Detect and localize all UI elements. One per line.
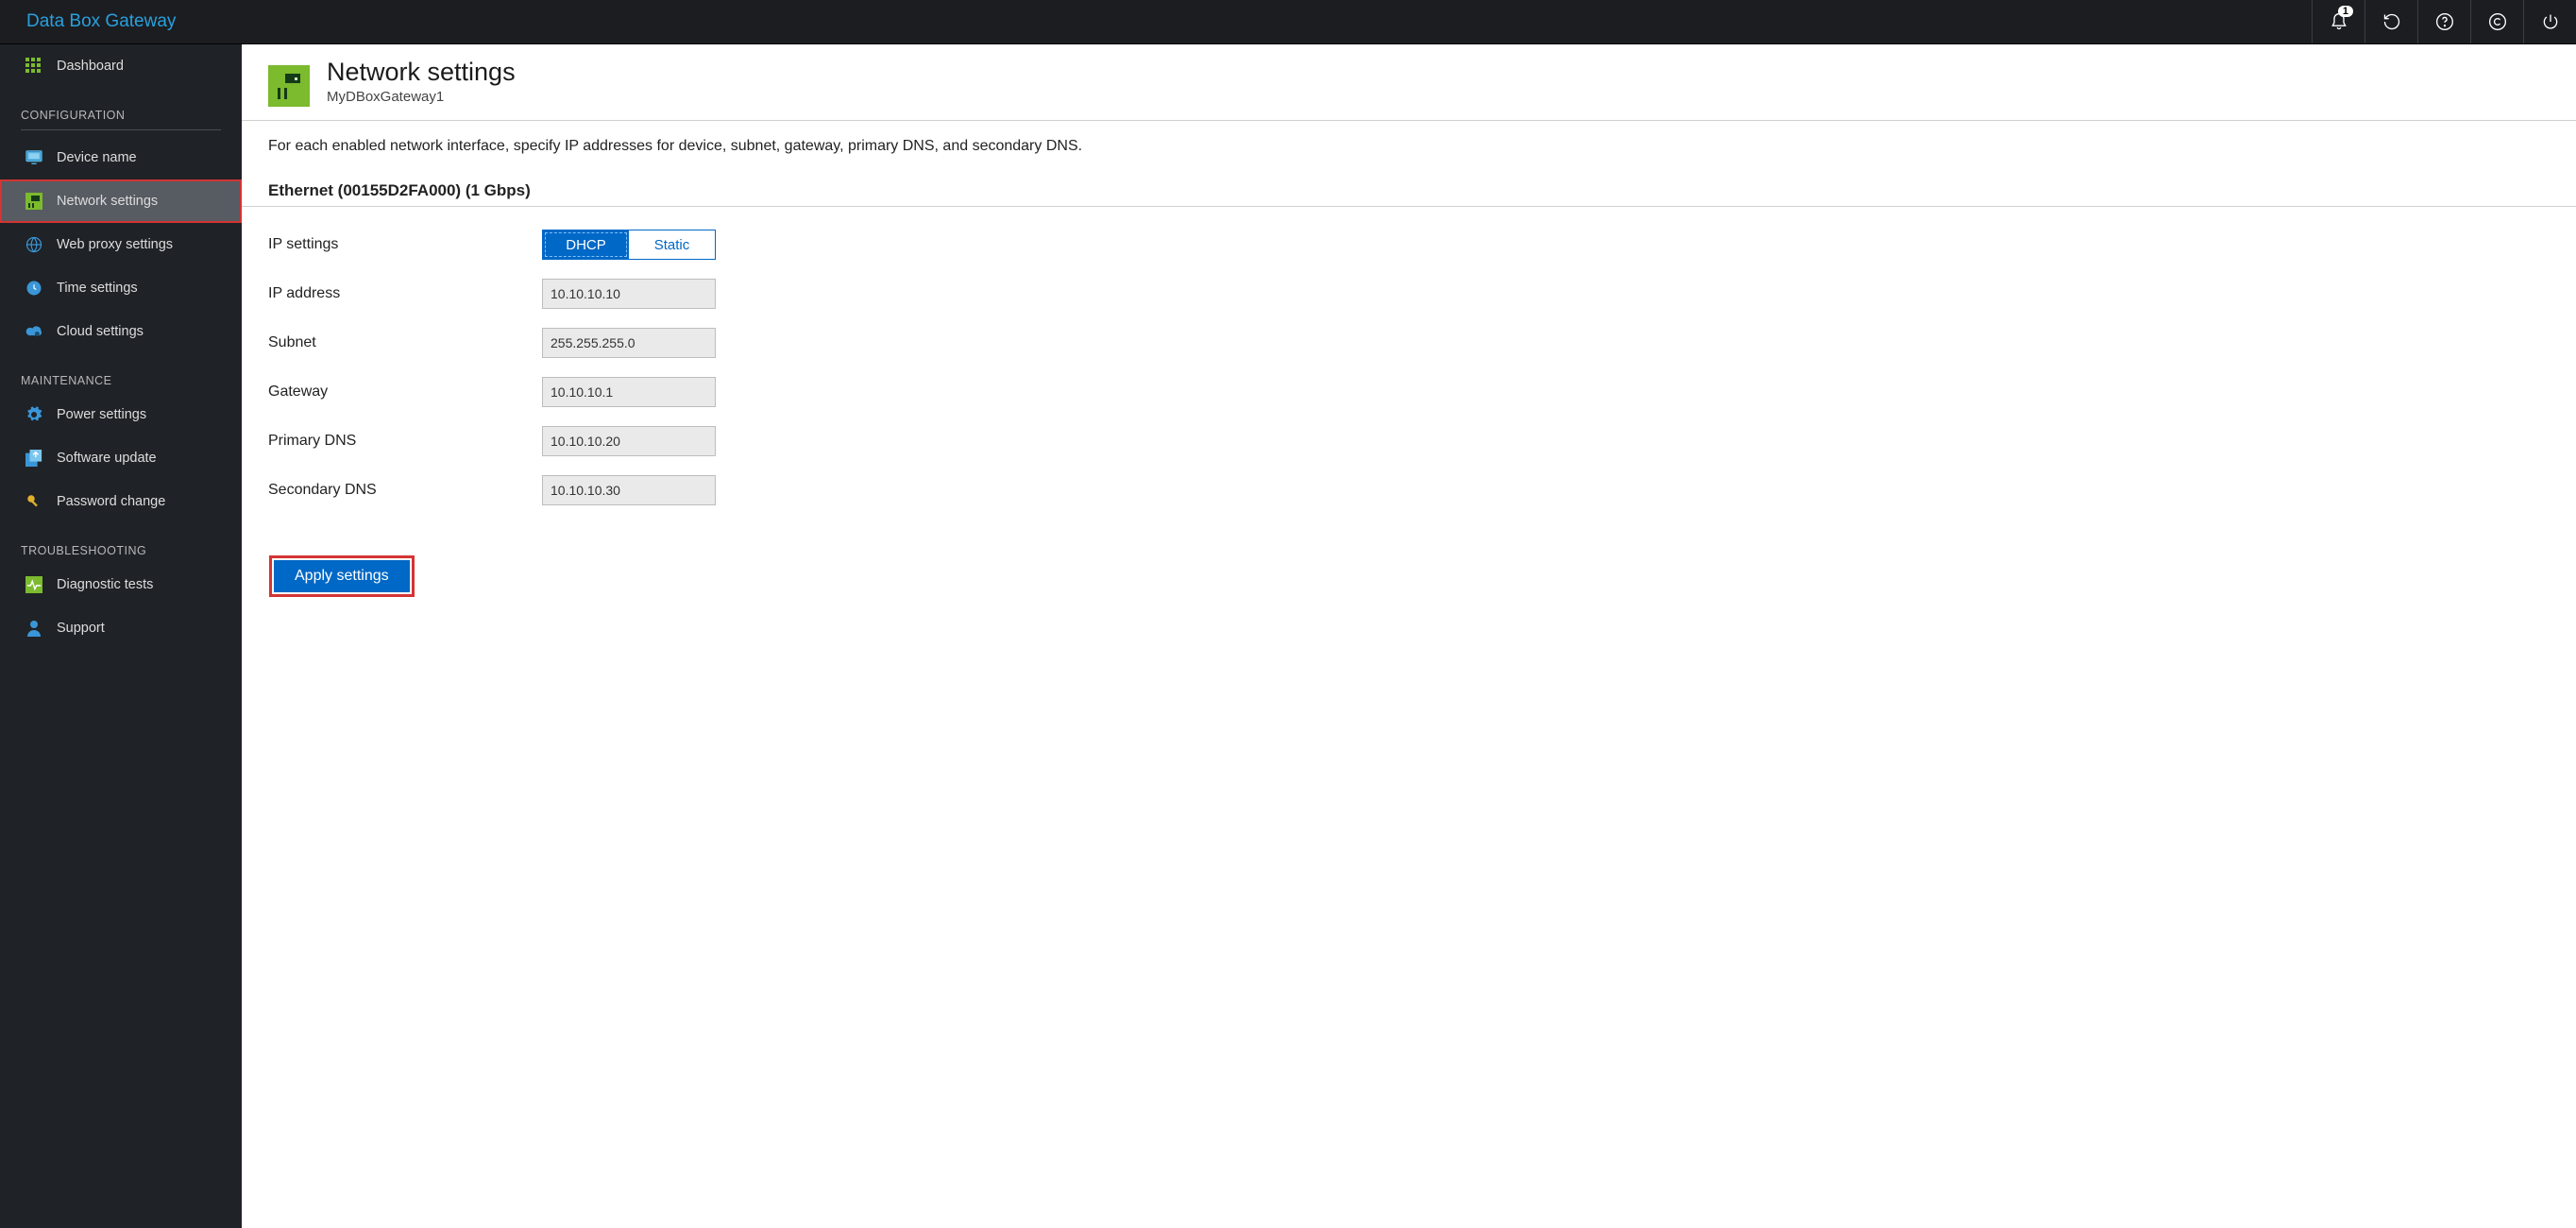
sidebar-item-software-update[interactable]: Software update [0, 436, 242, 480]
label-secondary-dns: Secondary DNS [268, 482, 542, 499]
toggle-dhcp[interactable]: DHCP [543, 230, 629, 259]
page-header: Network settings MyDBoxGateway1 [242, 44, 2576, 121]
copyright-button[interactable] [2470, 0, 2523, 43]
sidebar-item-cloud-settings[interactable]: Cloud settings [0, 310, 242, 353]
input-ip-address[interactable] [542, 279, 716, 309]
label-subnet: Subnet [268, 334, 542, 351]
sidebar-label: Support [57, 621, 105, 636]
globe-icon [25, 235, 43, 254]
notification-badge: 1 [2338, 6, 2353, 17]
ip-settings-toggle: DHCP Static [542, 230, 716, 260]
sidebar-item-power-settings[interactable]: Power settings [0, 393, 242, 436]
sidebar-item-network-settings[interactable]: Network settings [0, 179, 242, 223]
sidebar: Dashboard CONFIGURATION Device name Netw… [0, 44, 242, 1228]
row-secondary-dns: Secondary DNS [268, 466, 2550, 515]
sidebar-item-device-name[interactable]: Device name [0, 136, 242, 179]
sidebar-label: Power settings [57, 407, 146, 422]
apply-settings-button[interactable]: Apply settings [274, 560, 410, 592]
input-primary-dns[interactable] [542, 426, 716, 456]
notifications-button[interactable]: 1 [2312, 0, 2364, 43]
page-description: For each enabled network interface, spec… [242, 121, 2576, 155]
key-icon [25, 492, 43, 511]
sidebar-label: Software update [57, 451, 157, 466]
page-network-icon [268, 65, 310, 107]
sidebar-label: Time settings [57, 281, 138, 296]
input-secondary-dns[interactable] [542, 475, 716, 505]
heartbeat-icon [25, 575, 43, 594]
input-gateway[interactable] [542, 377, 716, 407]
topbar-actions: 1 [2312, 0, 2576, 43]
clock-icon [25, 279, 43, 298]
row-ip-address: IP address [268, 269, 2550, 318]
topbar: Data Box Gateway 1 [0, 0, 2576, 44]
toggle-static[interactable]: Static [629, 230, 715, 259]
sidebar-label: Diagnostic tests [57, 577, 153, 592]
refresh-icon [2382, 12, 2401, 31]
sidebar-section-troubleshooting: TROUBLESHOOTING [0, 523, 242, 563]
help-button[interactable] [2417, 0, 2470, 43]
sidebar-item-web-proxy[interactable]: Web proxy settings [0, 223, 242, 266]
sidebar-label: Network settings [57, 194, 158, 209]
ethernet-heading: Ethernet (00155D2FA000) (1 Gbps) [242, 155, 2576, 207]
row-ip-settings: IP settings DHCP Static [268, 220, 2550, 269]
sidebar-label: Cloud settings [57, 324, 144, 339]
power-icon [2541, 12, 2560, 31]
sidebar-item-password-change[interactable]: Password change [0, 480, 242, 523]
person-icon [25, 619, 43, 638]
sidebar-item-support[interactable]: Support [0, 606, 242, 650]
copyright-icon [2488, 12, 2507, 31]
sidebar-label: Dashboard [57, 59, 124, 74]
row-primary-dns: Primary DNS [268, 417, 2550, 466]
label-ip-address: IP address [268, 285, 542, 302]
page-title: Network settings [327, 58, 516, 87]
sidebar-label: Web proxy settings [57, 237, 173, 252]
monitor-icon [25, 148, 43, 167]
network-form: IP settings DHCP Static IP address Subne… [242, 207, 2576, 534]
network-icon [25, 192, 43, 211]
gear-icon [25, 405, 43, 424]
help-icon [2435, 12, 2454, 31]
row-gateway: Gateway [268, 367, 2550, 417]
sidebar-section-configuration: CONFIGURATION [21, 88, 221, 130]
page-subtitle: MyDBoxGateway1 [327, 89, 516, 105]
main-content: Network settings MyDBoxGateway1 For each… [242, 44, 2576, 1228]
power-button[interactable] [2523, 0, 2576, 43]
dashboard-icon [25, 57, 43, 76]
update-icon [25, 449, 43, 468]
cloud-gear-icon [25, 322, 43, 341]
sidebar-item-time-settings[interactable]: Time settings [0, 266, 242, 310]
sidebar-label: Device name [57, 150, 137, 165]
input-subnet[interactable] [542, 328, 716, 358]
label-primary-dns: Primary DNS [268, 433, 542, 450]
refresh-button[interactable] [2364, 0, 2417, 43]
label-ip-settings: IP settings [268, 236, 542, 253]
sidebar-section-maintenance: MAINTENANCE [0, 353, 242, 393]
row-subnet: Subnet [268, 318, 2550, 367]
app-title: Data Box Gateway [0, 11, 176, 32]
sidebar-label: Password change [57, 494, 165, 509]
sidebar-item-dashboard[interactable]: Dashboard [0, 44, 242, 88]
sidebar-item-diagnostic-tests[interactable]: Diagnostic tests [0, 563, 242, 606]
label-gateway: Gateway [268, 384, 542, 401]
